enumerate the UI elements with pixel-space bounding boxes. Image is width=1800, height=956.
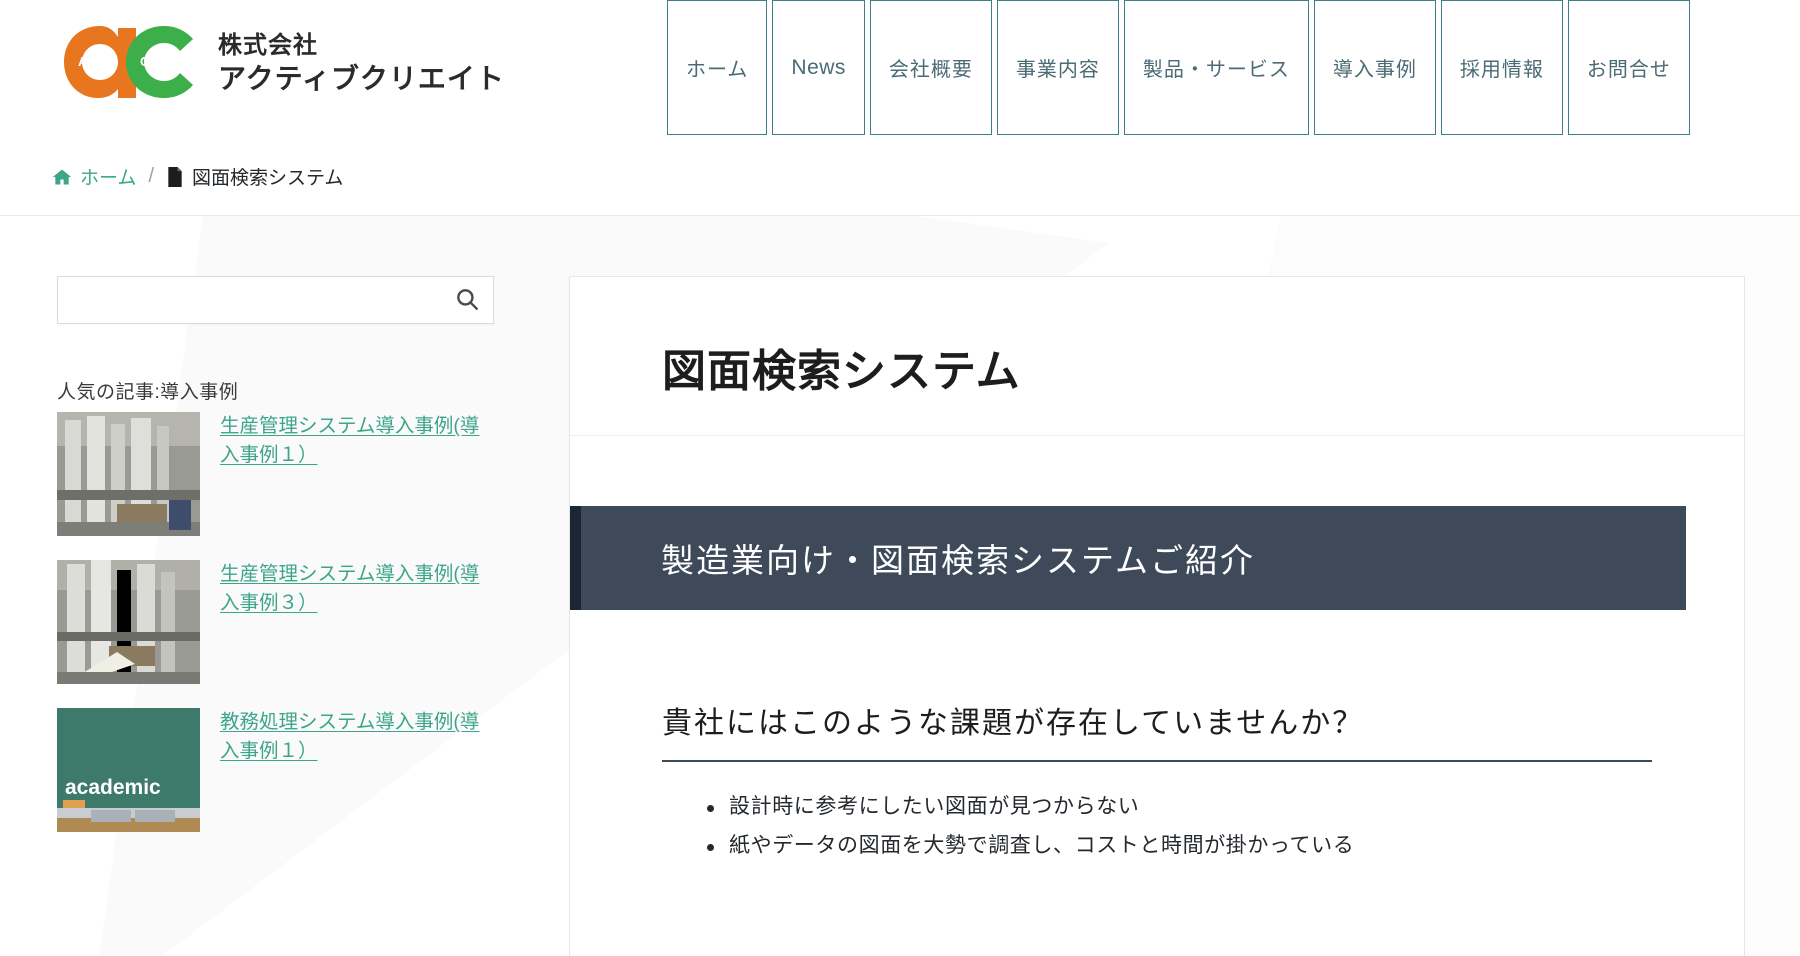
section-heading: 貴社にはこのような課題が存在していませんか？ bbox=[662, 698, 1652, 762]
file-icon bbox=[166, 166, 184, 187]
nav-item-recruit[interactable]: 採用情報 bbox=[1440, 0, 1563, 135]
popular-articles-heading: 人気の記事:導入事例 bbox=[57, 382, 239, 403]
nav-label: 導入事例 bbox=[1332, 59, 1417, 81]
list-item: 設計時に参考にしたい図面が見つからない bbox=[705, 788, 1652, 827]
nav-label: お問合せ bbox=[1586, 59, 1671, 81]
logo-create-text: Create bbox=[140, 54, 180, 69]
sidebar: 人気の記事:導入事例 生産管理システム導入事例(導入事例１） 生産管理システム導… bbox=[57, 276, 497, 956]
nav-item-company[interactable]: 会社概要 bbox=[869, 0, 992, 135]
section-heading-text: 貴社にはこのような課題が存在していませんか？ bbox=[662, 707, 1365, 740]
nav-item-products[interactable]: 製品・サービス bbox=[1123, 0, 1309, 135]
ac-logo-icon: Active Create bbox=[64, 26, 193, 98]
nav-label: 会社概要 bbox=[888, 59, 973, 81]
nav-label: 事業内容 bbox=[1015, 59, 1100, 81]
nav-item-contact[interactable]: お問合せ bbox=[1567, 0, 1690, 135]
page-title-area: 図面検索システム bbox=[570, 277, 1744, 436]
nav-item-home[interactable]: ホーム bbox=[667, 0, 768, 135]
company-name-line2: アクティブクリエイト bbox=[218, 62, 505, 94]
breadcrumb: ホーム / 図面検索システム bbox=[0, 138, 1800, 216]
search-input[interactable] bbox=[58, 277, 493, 323]
breadcrumb-current-label: 図面検索システム bbox=[192, 168, 344, 189]
page-body: 人気の記事:導入事例 生産管理システム導入事例(導入事例１） 生産管理システム導… bbox=[0, 216, 1800, 956]
logo-active-text: Active bbox=[78, 54, 117, 69]
site-logo[interactable]: Active Create 株式会社 アクティブクリエイト bbox=[52, 18, 505, 110]
article-link[interactable]: 生産管理システム導入事例(導入事例３） bbox=[220, 560, 488, 684]
list-item: 紙やデータの図面を大勢で調査し、コストと時間が掛かっている bbox=[705, 827, 1652, 866]
breadcrumb-home-link[interactable]: ホーム bbox=[52, 163, 136, 190]
company-name: 株式会社 アクティブクリエイト bbox=[218, 33, 505, 94]
main-nav: ホーム News 会社概要 事業内容 製品・サービス 導入事例 採用情報 お問合… bbox=[667, 0, 1690, 135]
nav-label: News bbox=[791, 55, 846, 79]
list-item[interactable]: academic 教務処理システム導入事例(導入事例１） bbox=[57, 708, 497, 832]
article-thumbnail bbox=[57, 412, 200, 536]
home-icon bbox=[52, 167, 72, 187]
search-box[interactable] bbox=[57, 276, 494, 324]
page-content: 製造業向け・図面検索システムご紹介 貴社にはこのような課題が存在していませんか？… bbox=[570, 436, 1744, 866]
breadcrumb-current: 図面検索システム bbox=[166, 163, 343, 190]
factory-pipes-image bbox=[57, 412, 200, 536]
nav-item-news[interactable]: News bbox=[772, 0, 865, 135]
thumbnail-caption: academic bbox=[65, 776, 161, 799]
breadcrumb-home-label: ホーム bbox=[80, 168, 137, 189]
factory-pipes-image bbox=[57, 560, 200, 684]
nav-item-cases[interactable]: 導入事例 bbox=[1313, 0, 1436, 135]
list-item[interactable]: 生産管理システム導入事例(導入事例３） bbox=[57, 560, 497, 684]
intro-banner-text: 製造業向け・図面検索システムご紹介 bbox=[661, 542, 1256, 579]
search-icon bbox=[454, 286, 480, 315]
article-thumbnail: academic bbox=[57, 708, 200, 832]
academic-chalkboard-image: academic bbox=[57, 708, 200, 832]
main-content-card: 図面検索システム 製造業向け・図面検索システムご紹介 貴社にはこのような課題が存… bbox=[569, 276, 1745, 956]
company-name-line1: 株式会社 bbox=[218, 32, 318, 60]
article-thumbnail bbox=[57, 560, 200, 684]
breadcrumb-trail: ホーム / 図面検索システム bbox=[52, 163, 343, 190]
page-title: 図面検索システム bbox=[662, 347, 1021, 396]
nav-label: 採用情報 bbox=[1459, 59, 1544, 81]
article-link[interactable]: 教務処理システム導入事例(導入事例１） bbox=[220, 708, 488, 832]
popular-articles-list: 生産管理システム導入事例(導入事例１） 生産管理システム導入事例(導入事例３） … bbox=[57, 412, 497, 832]
site-header: Active Create 株式会社 アクティブクリエイト ホーム News 会… bbox=[0, 0, 1800, 138]
nav-label: 製品・サービス bbox=[1142, 59, 1290, 81]
list-item[interactable]: 生産管理システム導入事例(導入事例１） bbox=[57, 412, 497, 536]
nav-item-business[interactable]: 事業内容 bbox=[996, 0, 1119, 135]
intro-banner: 製造業向け・図面検索システムご紹介 bbox=[570, 506, 1686, 610]
issues-list: 設計時に参考にしたい図面が見つからない 紙やデータの図面を大勢で調査し、コストと… bbox=[705, 788, 1652, 866]
breadcrumb-separator: / bbox=[148, 165, 154, 187]
nav-label: ホーム bbox=[686, 59, 749, 81]
content-layout: 人気の記事:導入事例 生産管理システム導入事例(導入事例１） 生産管理システム導… bbox=[0, 216, 1800, 956]
article-link[interactable]: 生産管理システム導入事例(導入事例１） bbox=[220, 412, 488, 536]
search-button[interactable] bbox=[447, 280, 487, 320]
